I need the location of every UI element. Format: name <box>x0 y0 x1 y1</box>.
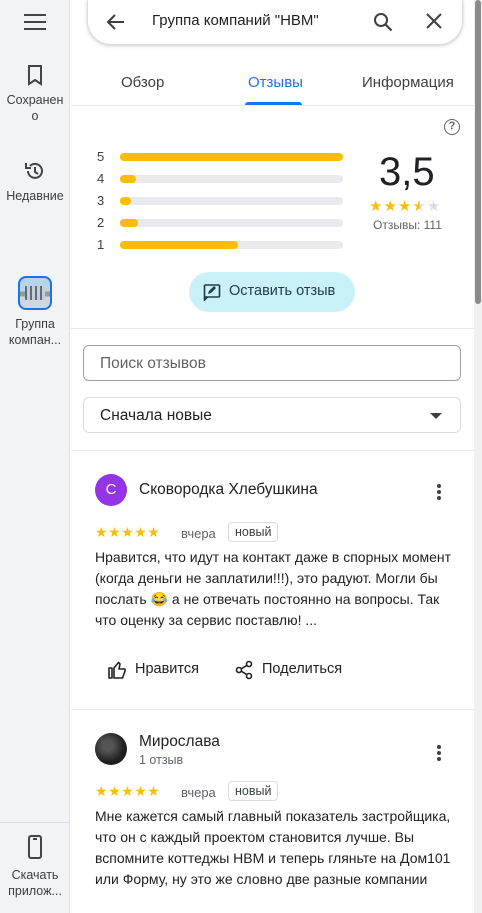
distribution-fill <box>120 241 239 249</box>
distribution-star-label: 5 <box>97 149 105 164</box>
distribution-star-label: 1 <box>97 237 105 252</box>
star-icon: ★ <box>426 198 442 215</box>
reviewer-name[interactable]: Мирослава <box>139 733 220 751</box>
rail-item-saved[interactable]: Сохранено <box>0 64 70 124</box>
star-icon: ★ <box>134 524 148 540</box>
rail-item-saved-label: Сохранено <box>6 93 64 123</box>
scrollbar[interactable] <box>474 0 482 913</box>
distribution-track <box>120 175 343 183</box>
review-stars: ★★★★★ <box>95 524 160 541</box>
like-label: Нравится <box>135 661 199 677</box>
distribution-track <box>120 241 343 249</box>
new-badge: новый <box>228 522 279 542</box>
distribution-fill <box>120 153 343 161</box>
search-bar[interactable]: Группа компаний "НВМ" <box>87 0 463 45</box>
sort-value: Сначала новые <box>100 407 212 424</box>
distribution-fill <box>120 175 136 183</box>
reviews-search-placeholder: Поиск отзывов <box>100 355 206 372</box>
divider <box>71 328 474 329</box>
rail-item-place-label: Группа компан... <box>8 317 62 347</box>
reviews-search-input[interactable]: Поиск отзывов <box>83 345 461 381</box>
share-label: Поделиться <box>262 661 343 677</box>
distribution-star-label: 2 <box>97 215 105 230</box>
tab-bar: Обзор Отзывы Информация <box>71 62 474 106</box>
bookmark-icon <box>28 65 42 86</box>
write-review-label: Оставить отзыв <box>229 283 336 299</box>
rail-item-download-label: Скачать прилож... <box>8 868 62 898</box>
chevron-down-icon <box>430 413 442 419</box>
rail-item-recent-label: Недавние <box>6 189 64 203</box>
star-icon: ★ <box>121 783 135 799</box>
rating-value: 3,5 <box>379 150 435 194</box>
new-badge: новый <box>228 781 279 801</box>
star-icon: ★ <box>121 524 135 540</box>
rate-review-icon <box>203 284 221 301</box>
review-text: Нравится, что идут на контакт даже в спо… <box>95 549 452 628</box>
divider <box>71 450 474 451</box>
search-query[interactable]: Группа компаний "НВМ" <box>152 12 319 29</box>
share-icon <box>235 660 253 680</box>
reviewer-name[interactable]: Сковородка Хлебушкина <box>139 481 318 499</box>
close-icon[interactable] <box>425 12 443 30</box>
history-icon <box>25 162 43 179</box>
reviewer-review-count[interactable]: 1 отзыв <box>139 753 183 767</box>
scrollbar-thumb[interactable] <box>475 0 481 304</box>
rail-item-recent[interactable]: Недавние <box>0 160 70 204</box>
tab-info[interactable]: Информация <box>362 74 454 91</box>
more-vert-icon[interactable] <box>437 745 441 761</box>
star-icon: ★ <box>95 783 109 799</box>
review-text: Мне кажется самый главный показатель зас… <box>95 808 451 887</box>
rail-item-place[interactable]: Группа компан... <box>0 276 70 348</box>
review-count[interactable]: Отзывы: 111 <box>373 218 442 232</box>
star-icon: ★ <box>369 198 384 215</box>
distribution-star-label: 3 <box>97 193 105 208</box>
star-icon: ★ <box>383 198 398 215</box>
review-date: вчера <box>181 526 216 541</box>
distribution-track <box>120 153 343 161</box>
search-icon[interactable] <box>372 11 394 33</box>
tab-reviews[interactable]: Отзывы <box>248 74 303 91</box>
distribution-fill <box>120 219 138 227</box>
thumb-up-icon <box>108 661 126 679</box>
star-icon: ★ <box>134 783 148 799</box>
rating-stars: ★★★★★ <box>369 197 441 215</box>
distribution-track <box>120 197 343 205</box>
review-stars: ★★★★★ <box>95 783 160 800</box>
star-icon: ★ <box>147 524 161 540</box>
distribution-track <box>120 219 343 227</box>
place-thumbnail <box>18 276 52 310</box>
distribution-fill <box>120 197 132 205</box>
star-icon: ★ <box>108 783 122 799</box>
tab-overview[interactable]: Обзор <box>121 74 164 91</box>
star-icon: ★ <box>147 783 161 799</box>
menu-icon[interactable] <box>24 14 46 30</box>
divider <box>71 709 474 710</box>
review-date: вчера <box>181 785 216 800</box>
avatar[interactable] <box>95 733 127 765</box>
left-rail: Сохранено Недавние Группа компан... Скач… <box>0 0 70 913</box>
arrow-back-icon[interactable] <box>106 12 126 32</box>
place-panel: Группа компаний "НВМ" Обзор Отзывы Инфор… <box>71 0 474 913</box>
phone-icon <box>28 835 42 859</box>
sort-dropdown[interactable]: Сначала новые <box>83 397 461 433</box>
star-icon: ★ <box>95 524 109 540</box>
star-icon: ★ <box>397 198 413 215</box>
star-icon: ★ <box>412 198 427 215</box>
tab-active-indicator <box>245 102 302 105</box>
avatar[interactable]: С <box>95 474 127 506</box>
rail-item-download[interactable]: Скачать прилож... <box>0 822 70 913</box>
help-icon[interactable]: ? <box>444 119 460 135</box>
star-icon: ★ <box>108 524 122 540</box>
more-vert-icon[interactable] <box>437 484 441 500</box>
distribution-star-label: 4 <box>97 171 105 186</box>
write-review-button[interactable]: Оставить отзыв <box>189 272 355 312</box>
